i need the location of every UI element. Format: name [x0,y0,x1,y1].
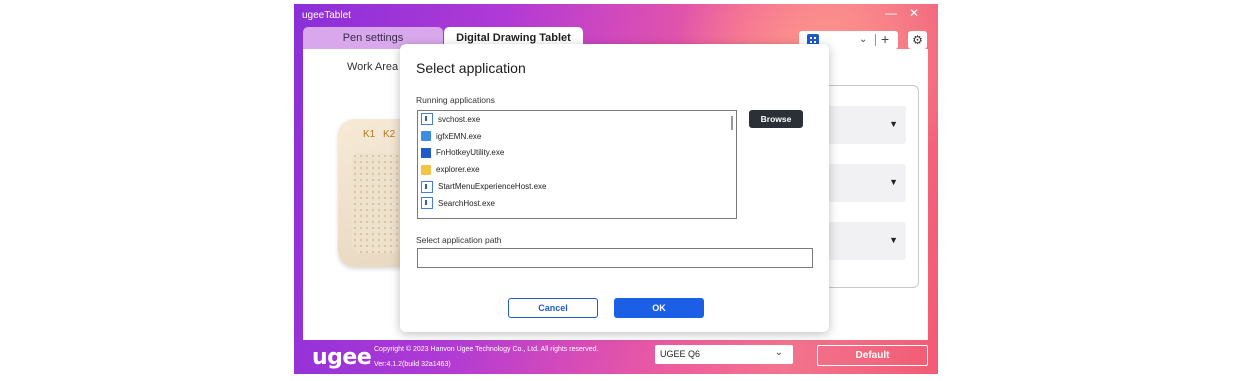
application-path-input[interactable] [417,248,813,268]
dropdown-arrow-icon: ▼ [889,235,898,245]
key-function-dropdown-3[interactable]: ▼ [816,222,906,260]
key-function-dropdown-1[interactable]: ▼ [816,106,906,144]
list-item-label: igfxEMN.exe [436,131,482,141]
list-item-label: FnHotkeyUtility.exe [436,148,505,158]
key-k1-label[interactable]: K1 [363,129,375,140]
list-item[interactable]: StartMenuExperienceHost.exe [418,178,736,195]
exe-icon [421,180,433,193]
list-item-label: svchost.exe [438,114,481,124]
close-button[interactable]: ✕ [909,6,919,20]
list-scrollbar[interactable] [731,116,733,130]
footer-bar: ugee Copyright © 2023 Hanvon Ugee Techno… [294,342,938,374]
add-application-button[interactable]: + [881,30,889,48]
igfx-icon [421,131,431,142]
list-item[interactable]: svchost.exe [418,111,736,128]
exe-icon [421,113,433,126]
dialog-title: Select application [416,60,526,76]
list-item-label: SearchHost.exe [438,198,495,208]
browse-button[interactable]: Browse [749,110,803,128]
key-k2-label[interactable]: K2 [383,129,395,140]
chevron-down-icon[interactable]: ⌄ [859,31,867,49]
tablet-surface [352,153,400,253]
ugee-logo: ugee [312,345,372,370]
select-application-dialog: Select application Running applications … [400,44,829,332]
fn-icon [421,147,431,158]
copyright-text: Copyright © 2023 Hanvon Ugee Technology … [374,346,599,353]
minimize-button[interactable]: — [885,6,897,20]
device-select-value: UGEE Q6 [660,349,701,359]
list-item[interactable]: SearchHost.exe [418,195,736,212]
work-area-label: Work Area [347,61,399,73]
application-path-label: Select application path [416,235,502,245]
running-applications-label: Running applications [416,95,495,105]
divider [875,34,876,46]
dropdown-arrow-icon: ▼ [889,177,898,187]
settings-gear-icon[interactable]: ⚙ [908,31,927,49]
dropdown-arrow-icon: ▼ [889,119,898,129]
default-button[interactable]: Default [817,345,928,366]
ok-button[interactable]: OK [614,298,704,318]
list-item[interactable]: explorer.exe [418,161,736,178]
key-function-dropdown-2[interactable]: ▼ [816,164,906,202]
exe-icon [421,197,433,210]
running-applications-list[interactable]: svchost.exe igfxEMN.exe FnHotkeyUtility.… [417,110,737,219]
version-text: Ver:4.1.2(build 32a1463) [374,361,451,368]
window-title: ugeeTablet [302,10,351,21]
device-select[interactable]: UGEE Q6 ⌄ [655,345,793,364]
folder-icon [421,164,431,175]
cancel-button[interactable]: Cancel [508,298,598,318]
list-item[interactable]: FnHotkeyUtility.exe [418,145,736,162]
list-item-label: explorer.exe [436,165,480,175]
list-item[interactable]: igfxEMN.exe [418,128,736,145]
chevron-down-icon: ⌄ [774,347,783,358]
list-item-label: StartMenuExperienceHost.exe [438,182,547,192]
